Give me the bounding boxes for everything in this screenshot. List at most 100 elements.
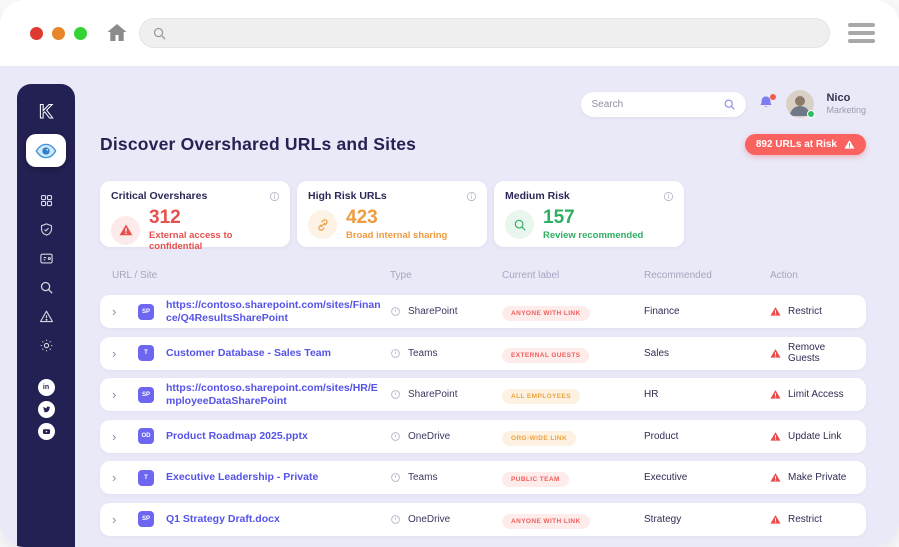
content: Nico Marketing Discover Overshared URLs … xyxy=(100,66,866,547)
svg-text:K: K xyxy=(39,102,53,123)
recommended-label: Executive xyxy=(644,472,688,483)
table-row[interactable]: › SP https://contoso.sharepoint.com/site… xyxy=(100,295,866,328)
type-label: Teams xyxy=(408,347,438,359)
stat-value: 423 xyxy=(346,207,378,228)
url-site-link[interactable]: https://contoso.sharepoint.com/sites/Fin… xyxy=(166,299,384,324)
action-label: Restrict xyxy=(788,513,822,525)
platform-badge: SP xyxy=(138,303,154,320)
shield-check-icon[interactable] xyxy=(39,222,54,237)
stat-icon-circle xyxy=(308,210,337,239)
user-name: Nico xyxy=(826,91,851,104)
user-info: Nico Marketing xyxy=(826,92,866,117)
gear-icon[interactable] xyxy=(39,338,54,353)
topbar: Nico Marketing xyxy=(581,90,866,118)
home-icon[interactable] xyxy=(105,21,129,45)
current-label-pill: PUBLIC TEAM xyxy=(502,472,569,487)
sidebar-item-discover-active[interactable] xyxy=(26,134,66,167)
status-circle-icon xyxy=(391,307,400,316)
type-cell: SharePoint xyxy=(390,389,502,400)
page-title: Discover Overshared URLs and Sites xyxy=(100,134,417,154)
chevron-right-icon[interactable]: › xyxy=(112,347,138,360)
type-cell: SharePoint xyxy=(390,306,502,317)
col-action: Action xyxy=(770,270,798,281)
col-recommended: Recommended xyxy=(644,270,712,281)
type-label: Teams xyxy=(408,472,438,483)
stat-caption: Broad internal sharing xyxy=(346,230,448,241)
col-type: Type xyxy=(390,270,412,281)
platform-badge: SP xyxy=(138,511,154,527)
bell-icon[interactable] xyxy=(758,94,777,113)
hamburger-menu-icon[interactable] xyxy=(848,23,875,43)
action-label: Make Private xyxy=(788,472,847,483)
zoom-window-button[interactable] xyxy=(74,26,87,40)
warning-icon xyxy=(770,348,781,358)
avatar[interactable] xyxy=(786,90,816,118)
twitter-icon[interactable] xyxy=(37,401,55,418)
info-icon[interactable] xyxy=(663,189,674,202)
stat-card: Critical Overshares 312 External access … xyxy=(100,181,290,252)
app-area: K in Search Nico Marketing Discover Over… xyxy=(0,66,899,547)
table-row[interactable]: › T Customer Database - Sales Team Teams… xyxy=(100,336,866,370)
col-url-site: URL / Site xyxy=(112,270,158,281)
action-button[interactable]: Limit Access xyxy=(770,389,856,400)
stat-cards: Critical Overshares 312 External access … xyxy=(100,181,684,252)
type-cell: Teams xyxy=(390,348,502,359)
chevron-right-icon[interactable]: › xyxy=(112,471,138,484)
warning-icon xyxy=(844,140,855,149)
url-site-link[interactable]: Customer Database - Sales Team xyxy=(166,347,384,360)
chevron-right-icon[interactable]: › xyxy=(112,388,138,401)
table-row[interactable]: › SP Q1 Strategy Draft.docx OneDrive ANY… xyxy=(100,502,866,536)
status-circle-icon xyxy=(391,390,400,399)
info-icon[interactable] xyxy=(466,189,477,202)
stat-value: 312 xyxy=(149,207,181,228)
type-cell: Teams xyxy=(390,472,502,483)
minimize-window-button[interactable] xyxy=(52,26,65,40)
action-label: Remove Guests xyxy=(788,342,826,364)
table-row[interactable]: › OD Product Roadmap 2025.pptx OneDrive … xyxy=(100,419,866,453)
action-button[interactable]: Remove Guests xyxy=(770,342,856,364)
linkedin-icon[interactable]: in xyxy=(37,379,55,396)
warning-icon xyxy=(770,390,781,399)
status-circle-icon xyxy=(391,514,400,524)
address-bar[interactable] xyxy=(139,18,830,48)
address-input[interactable] xyxy=(175,26,817,40)
platform-badge: T xyxy=(138,469,154,486)
action-button[interactable]: Update Link xyxy=(770,431,856,442)
sidebar-social: in xyxy=(37,379,55,440)
table-row[interactable]: › T Executive Leadership - Private Teams… xyxy=(100,461,866,494)
url-site-link[interactable]: Executive Leadership - Private xyxy=(166,471,384,484)
recommended-label: Sales xyxy=(644,347,670,359)
recommended-label: Strategy xyxy=(644,513,682,525)
url-site-link[interactable]: Q1 Strategy Draft.docx xyxy=(166,513,384,526)
grid-icon[interactable] xyxy=(39,193,54,208)
action-label: Restrict xyxy=(788,306,822,317)
action-button[interactable]: Restrict xyxy=(770,306,856,317)
url-site-link[interactable]: Product Roadmap 2025.pptx xyxy=(166,430,384,443)
stat-title: Critical Overshares xyxy=(111,190,208,202)
chevron-right-icon[interactable]: › xyxy=(112,513,138,526)
stat-title: High Risk URLs xyxy=(308,190,387,202)
stat-caption: Review recommended xyxy=(543,230,644,241)
chevron-right-icon[interactable]: › xyxy=(112,430,138,443)
chevron-right-icon[interactable]: › xyxy=(112,305,138,318)
url-site-link[interactable]: https://contoso.sharepoint.com/sites/HR/… xyxy=(166,382,384,407)
table-header: URL / Site Type Current label Recommende… xyxy=(100,270,866,281)
table-row[interactable]: › SP https://contoso.sharepoint.com/site… xyxy=(100,378,866,411)
info-icon[interactable] xyxy=(269,189,280,202)
search-input[interactable] xyxy=(591,98,724,110)
search-icon xyxy=(513,218,527,232)
warning-icon xyxy=(770,307,781,316)
eye-icon xyxy=(35,143,57,159)
action-button[interactable]: Restrict xyxy=(770,514,856,525)
close-window-button[interactable] xyxy=(30,26,43,40)
search-box[interactable] xyxy=(581,91,747,117)
youtube-icon[interactable] xyxy=(37,423,55,440)
sidebar: K in xyxy=(17,84,75,547)
action-button[interactable]: Make Private xyxy=(770,472,856,483)
warning-outline-icon[interactable] xyxy=(39,309,54,324)
id-card-icon[interactable] xyxy=(39,251,54,266)
current-label-pill: ANYONE WITH LINK xyxy=(502,513,590,529)
status-circle-icon xyxy=(391,348,400,358)
search-icon[interactable] xyxy=(39,280,54,295)
status-circle-icon xyxy=(391,473,400,482)
